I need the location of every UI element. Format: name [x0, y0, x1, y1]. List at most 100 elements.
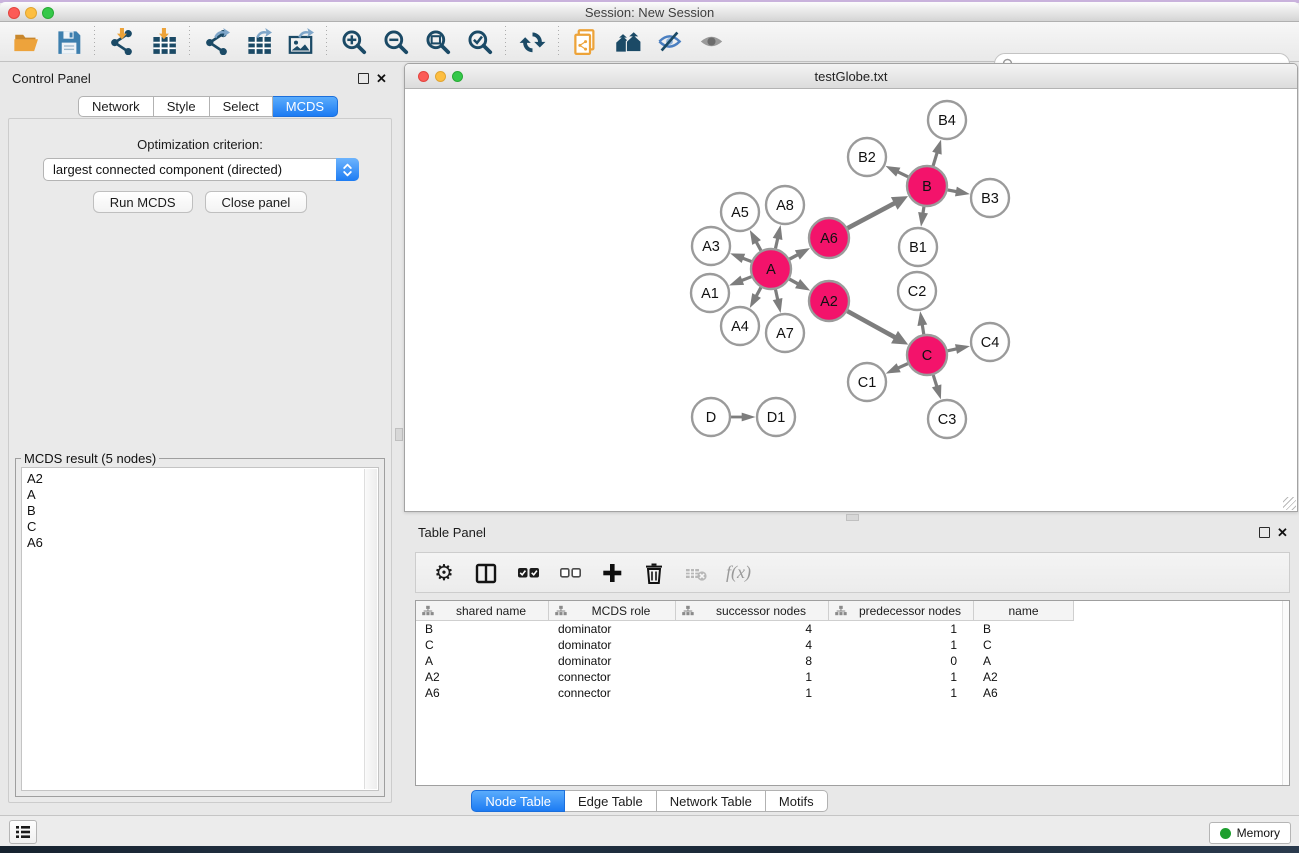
network-canvas[interactable]: B4B2BB3A8A5A6A3B1AC2A1A2A4A7C4CC1DD1C3 — [405, 89, 1297, 511]
table-row[interactable]: Bdominator41B — [416, 621, 1289, 637]
edge-A6-B[interactable] — [848, 202, 896, 228]
window-title: Session: New Session — [0, 5, 1299, 20]
save-session-button[interactable] — [50, 26, 86, 58]
task-history-button[interactable] — [9, 820, 37, 844]
edge-A2-C[interactable] — [847, 311, 896, 338]
cell-MCDS-role[interactable]: dominator — [549, 621, 676, 637]
export-network-button[interactable] — [198, 26, 234, 58]
gear-button[interactable]: ⚙ — [432, 560, 456, 586]
cell-successor-nodes[interactable]: 1 — [676, 685, 829, 701]
cell-shared-name[interactable]: A2 — [416, 669, 549, 685]
column-header-MCDS-role[interactable]: MCDS role — [549, 601, 676, 621]
zoom-selected-button[interactable] — [461, 26, 497, 58]
toolbar-separator — [189, 26, 190, 58]
cell-MCDS-role[interactable]: dominator — [549, 637, 676, 653]
result-item[interactable]: C — [27, 519, 378, 535]
table-panel-title: Table Panel — [418, 525, 486, 540]
hide-selected-button[interactable] — [651, 26, 687, 58]
optimization-criterion-dropdown[interactable]: largest connected component (directed) — [43, 158, 359, 181]
export-image-button[interactable] — [282, 26, 318, 58]
table-row[interactable]: A6connector11A6 — [416, 685, 1289, 701]
result-item[interactable]: A2 — [27, 471, 378, 487]
close-panel-button[interactable]: Close panel — [205, 191, 308, 213]
cell-shared-name[interactable]: A6 — [416, 685, 549, 701]
tab-select[interactable]: Select — [210, 96, 273, 117]
column-header-successor-nodes[interactable]: successor nodes — [676, 601, 829, 621]
column-header-shared-name[interactable]: shared name — [416, 601, 549, 621]
home-button[interactable] — [609, 26, 645, 58]
zoom-in-button[interactable] — [335, 26, 371, 58]
tab-network-table[interactable]: Network Table — [657, 790, 766, 812]
cell-name[interactable]: A2 — [974, 669, 1074, 685]
mcds-result-list[interactable]: A2ABCA6 — [21, 467, 379, 791]
table-row[interactable]: Cdominator41C — [416, 637, 1289, 653]
column-header-name[interactable]: name — [974, 601, 1074, 621]
edge-arrowhead — [729, 276, 744, 286]
edge-arrowhead — [795, 279, 810, 291]
cell-name[interactable]: A — [974, 653, 1074, 669]
cell-predecessor-nodes[interactable]: 1 — [829, 669, 974, 685]
open-file-icon — [13, 28, 40, 55]
import-network-button[interactable] — [103, 26, 139, 58]
column-header-predecessor-nodes[interactable]: predecessor nodes — [829, 601, 974, 621]
export-table-button[interactable] — [240, 26, 276, 58]
delete-column-button[interactable] — [642, 560, 666, 586]
table-scrollbar[interactable] — [1282, 601, 1289, 785]
horizontal-splitter-handle[interactable] — [846, 514, 859, 521]
cell-predecessor-nodes[interactable]: 1 — [829, 621, 974, 637]
cell-shared-name[interactable]: C — [416, 637, 549, 653]
tab-network[interactable]: Network — [78, 96, 154, 117]
run-mcds-button[interactable]: Run MCDS — [93, 191, 193, 213]
cell-predecessor-nodes[interactable]: 0 — [829, 653, 974, 669]
cell-predecessor-nodes[interactable]: 1 — [829, 685, 974, 701]
table-row[interactable]: A2connector11A2 — [416, 669, 1289, 685]
select-all-button[interactable] — [516, 560, 540, 586]
cell-successor-nodes[interactable]: 4 — [676, 637, 829, 653]
cell-MCDS-role[interactable]: connector — [549, 669, 676, 685]
result-scrollbar[interactable] — [364, 469, 377, 789]
tab-node-table[interactable]: Node Table — [471, 790, 565, 812]
tab-mcds[interactable]: MCDS — [273, 96, 338, 117]
desktop-background-bottom — [0, 846, 1299, 853]
tab-style[interactable]: Style — [154, 96, 210, 117]
function-builder-button[interactable]: f(x) — [726, 562, 751, 583]
cell-successor-nodes[interactable]: 1 — [676, 669, 829, 685]
control-panel-float-button[interactable] — [358, 73, 369, 84]
cell-successor-nodes[interactable]: 4 — [676, 621, 829, 637]
vertical-splitter-handle[interactable] — [395, 428, 403, 441]
cell-shared-name[interactable]: A — [416, 653, 549, 669]
memory-button[interactable]: Memory — [1209, 822, 1291, 844]
cell-name[interactable]: C — [974, 637, 1074, 653]
tab-motifs[interactable]: Motifs — [766, 790, 828, 812]
result-item[interactable]: A6 — [27, 535, 378, 551]
node-label-C: C — [922, 348, 932, 364]
new-network-from-selection-button[interactable] — [567, 26, 603, 58]
cell-successor-nodes[interactable]: 8 — [676, 653, 829, 669]
split-view-button[interactable] — [474, 560, 498, 586]
show-all-button[interactable] — [693, 26, 729, 58]
tab-edge-table[interactable]: Edge Table — [565, 790, 657, 812]
cell-MCDS-role[interactable]: dominator — [549, 653, 676, 669]
cell-name[interactable]: A6 — [974, 685, 1074, 701]
edge-C-C3[interactable] — [933, 375, 937, 388]
cell-name[interactable]: B — [974, 621, 1074, 637]
resize-grip-icon[interactable] — [1283, 497, 1296, 510]
cell-predecessor-nodes[interactable]: 1 — [829, 637, 974, 653]
open-file-button[interactable] — [8, 26, 44, 58]
edge-B-B4[interactable] — [933, 151, 937, 166]
cell-shared-name[interactable]: B — [416, 621, 549, 637]
zoom-fit-button[interactable] — [419, 26, 455, 58]
zoom-out-button[interactable] — [377, 26, 413, 58]
table-panel-close-button[interactable]: ✕ — [1277, 527, 1288, 538]
cell-MCDS-role[interactable]: connector — [549, 685, 676, 701]
control-panel-close-button[interactable]: ✕ — [376, 73, 387, 84]
import-table-button[interactable] — [145, 26, 181, 58]
table-row[interactable]: Adominator80A — [416, 653, 1289, 669]
result-item[interactable]: B — [27, 503, 378, 519]
add-column-button[interactable] — [600, 560, 624, 586]
mcds-result-title: MCDS result (5 nodes) — [21, 451, 159, 466]
result-item[interactable]: A — [27, 487, 378, 503]
table-panel-float-button[interactable] — [1259, 527, 1270, 538]
refresh-layout-button[interactable] — [514, 26, 550, 58]
deselect-all-button[interactable] — [558, 560, 582, 586]
